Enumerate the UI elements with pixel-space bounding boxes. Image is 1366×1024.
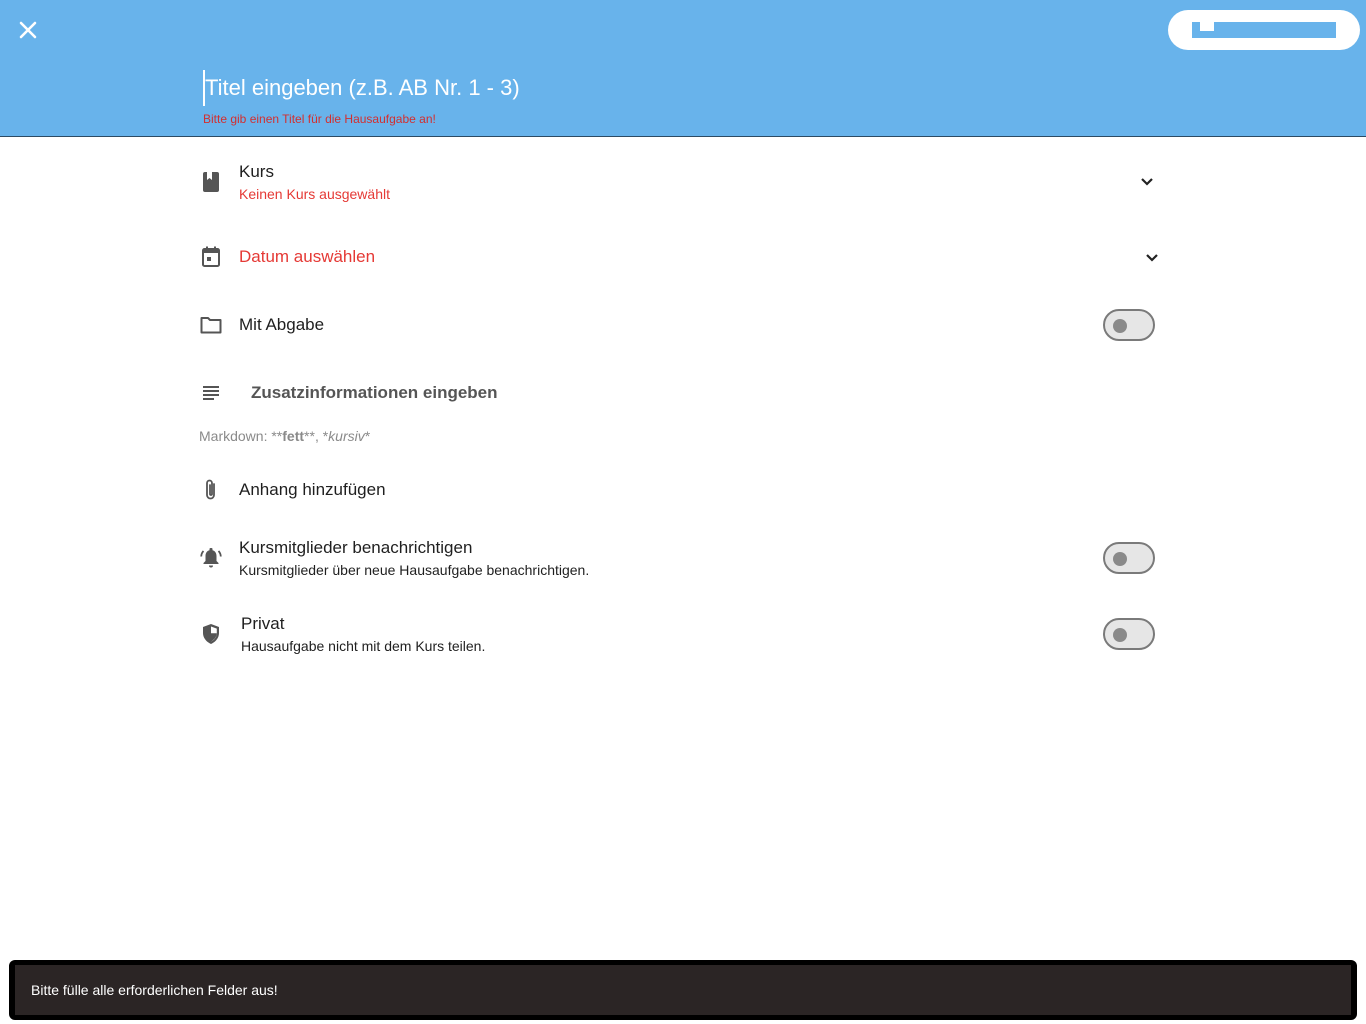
submission-label: Mit Abgabe	[239, 315, 325, 334]
snackbar: Bitte fülle alle erforderlichen Felder a…	[9, 960, 1357, 1020]
title-error-text: Bitte gib einen Titel für die Hausaufgab…	[203, 112, 436, 126]
markdown-hint-prefix: Markdown: **	[199, 428, 283, 444]
book-icon	[199, 170, 223, 194]
notify-row: Kursmitglieder benachrichtigen Kursmitgl…	[199, 536, 1159, 580]
toggle-knob	[1113, 319, 1127, 333]
calendar-icon	[199, 245, 223, 269]
toggle-knob	[1113, 552, 1127, 566]
private-row: Privat Hausaufgabe nicht mit dem Kurs te…	[199, 612, 1159, 656]
folder-icon	[199, 313, 223, 337]
save-button-label-notch	[1200, 22, 1214, 31]
close-icon	[19, 21, 37, 39]
markdown-hint-suffix: *	[364, 428, 371, 444]
shield-icon	[199, 622, 223, 646]
chevron-down-icon	[1141, 177, 1153, 186]
course-status: Keinen Kurs ausgewählt	[239, 186, 390, 202]
submission-toggle[interactable]	[1103, 309, 1155, 341]
snackbar-message: Bitte fülle alle erforderlichen Felder a…	[15, 965, 1351, 1015]
notify-toggle[interactable]	[1103, 542, 1155, 574]
private-label: Privat	[241, 614, 285, 633]
description-input[interactable]	[251, 383, 851, 403]
private-description: Hausaufgabe nicht mit dem Kurs teilen.	[241, 638, 486, 654]
markdown-hint: Markdown: **fett**, *kursiv*	[199, 428, 370, 444]
attachment-row[interactable]: Anhang hinzufügen	[199, 477, 1159, 503]
attachment-label: Anhang hinzufügen	[239, 480, 386, 499]
date-row[interactable]: Datum auswählen	[199, 244, 1159, 270]
course-dropdown-button[interactable]	[1135, 169, 1159, 193]
description-row	[199, 380, 1159, 406]
chevron-down-icon	[1146, 253, 1158, 262]
bell-ring-icon	[199, 546, 223, 570]
submission-row: Mit Abgabe	[199, 309, 1159, 341]
paperclip-icon	[199, 478, 223, 502]
toggle-knob	[1113, 628, 1127, 642]
notify-label: Kursmitglieder benachrichtigen	[239, 538, 473, 557]
course-label: Kurs	[239, 162, 274, 181]
markdown-hint-italic: kursiv	[328, 428, 365, 444]
app-bar: Bitte gib einen Titel für die Hausaufgab…	[0, 0, 1366, 137]
close-button[interactable]	[14, 16, 42, 44]
title-input[interactable]	[203, 70, 903, 106]
notify-description: Kursmitglieder über neue Hausaufgabe ben…	[239, 562, 590, 578]
markdown-hint-middle: **, *	[304, 428, 329, 444]
markdown-hint-bold: fett	[282, 428, 305, 444]
course-row[interactable]: Kurs Keinen Kurs ausgewählt	[199, 160, 1159, 204]
date-dropdown-button[interactable]	[1140, 245, 1164, 269]
date-label: Datum auswählen	[239, 247, 376, 266]
private-toggle[interactable]	[1103, 618, 1155, 650]
notes-icon	[199, 381, 223, 405]
save-button[interactable]	[1168, 10, 1360, 50]
